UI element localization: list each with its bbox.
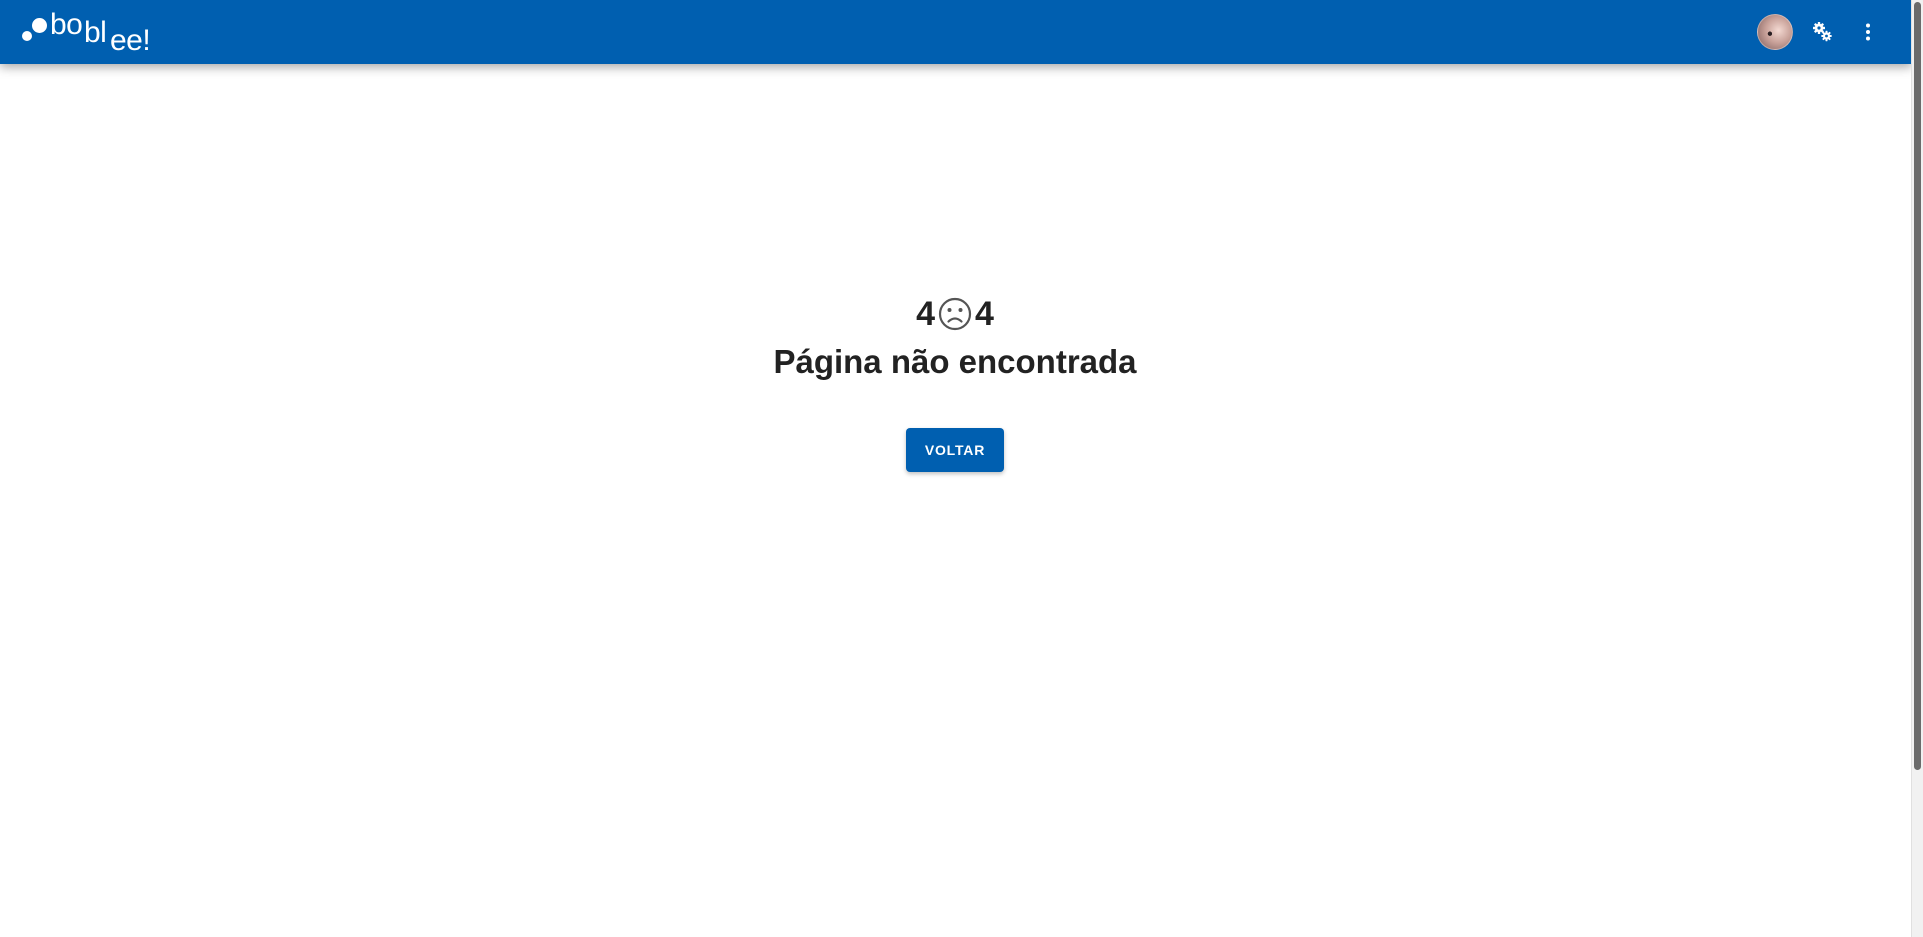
settings-button[interactable] — [1804, 14, 1840, 50]
sad-face-icon — [938, 297, 972, 331]
error-code-digit: 4 — [975, 295, 994, 333]
page-scrollbar[interactable] — [1911, 0, 1923, 937]
back-button[interactable]: VOLTAR — [906, 428, 1004, 472]
bobl-logo[interactable]: bo bl ee! — [20, 6, 170, 58]
more-vertical-icon — [1866, 23, 1870, 41]
logo-text-part: ee! — [110, 24, 151, 57]
header-actions — [1757, 0, 1912, 64]
app-root: bo bl ee! 4 4 Página não encontrada VOLT… — [0, 0, 1923, 937]
logo-wordmark: bo bl ee! — [50, 6, 170, 58]
logo-text-part: bo — [50, 8, 83, 41]
logo-dots-icon — [20, 6, 50, 46]
user-avatar[interactable] — [1757, 14, 1793, 50]
more-menu-button[interactable] — [1850, 14, 1886, 50]
gears-icon — [1813, 22, 1832, 42]
top-app-bar: bo bl ee! — [0, 0, 1912, 64]
error-code: 4 4 — [0, 294, 1910, 334]
scrollbar-thumb[interactable] — [1914, 2, 1921, 770]
logo-text-part: bl — [84, 16, 107, 49]
error-code-digit: 4 — [916, 295, 935, 333]
not-found-page: 4 4 Página não encontrada VOLTAR — [0, 64, 1912, 937]
page-title: Página não encontrada — [773, 343, 1137, 380]
